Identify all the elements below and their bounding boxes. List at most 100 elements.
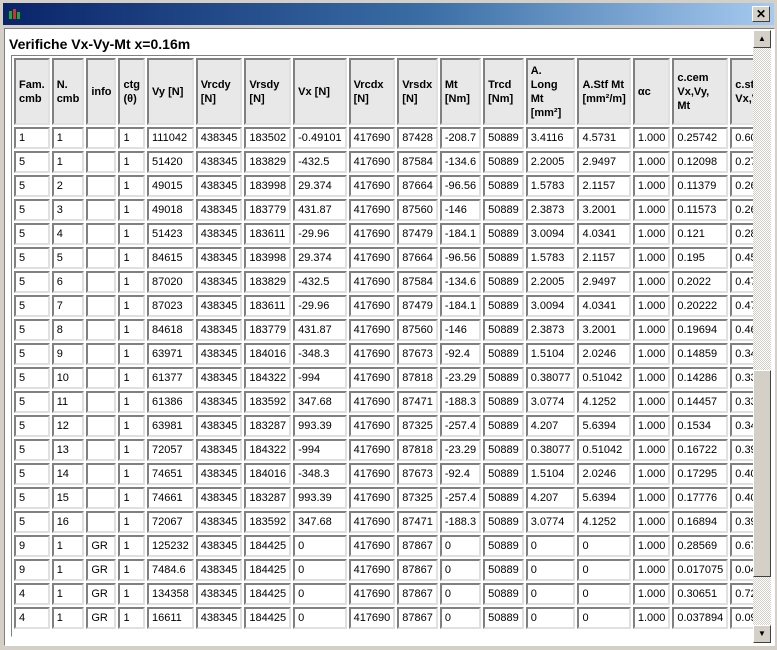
table-row[interactable]: 5 6 1 87020 438345 183829 -432.5 417690 87584 -13… — [14, 271, 754, 293]
table-cell: 4 — [14, 583, 50, 605]
table-cell: 184016 — [244, 463, 292, 485]
column-header[interactable]: Vrsdy [N] — [244, 58, 292, 125]
table-cell: 1.5783 — [525, 175, 576, 197]
column-header[interactable]: info — [86, 58, 117, 125]
table-cell: 1.000 — [632, 271, 671, 293]
table-cell: 50889 — [483, 271, 524, 293]
table-cell: 50889 — [483, 535, 524, 557]
table-row[interactable]: 5 5 1 84615 438345 183998 29.374 417690 87664 -96… — [14, 247, 754, 269]
table-cell: 417690 — [348, 247, 396, 269]
column-header[interactable]: Vrcdx [N] — [348, 58, 396, 125]
table-row[interactable]: 4 1 GR 1 134358 438345 184425 0 417690 87867 0 5088… — [14, 583, 754, 605]
table-row[interactable]: 5 9 1 63971 438345 184016 -348.3 417690 87673 -92… — [14, 343, 754, 365]
table-cell: 0.60513 — [730, 127, 754, 149]
table-row[interactable]: 5 15 1 74661 438345 183287 993.39 417690 87325 -2… — [14, 487, 754, 509]
table-row[interactable]: 5 2 1 49015 438345 183998 29.374 417690 87664 -96… — [14, 175, 754, 197]
table-row[interactable]: 5 8 1 84618 438345 183779 431.87 417690 87560 -14… — [14, 319, 754, 341]
table-cell: 1 — [118, 295, 145, 317]
table-cell: 2 — [51, 175, 85, 197]
results-table-container: Fam. cmb N. cmb info ctg (θ) Vy [N] Vrcdy [N]… — [11, 55, 755, 637]
table-row[interactable]: 5 16 1 72067 438345 183592 347.68 417690 87471 -1… — [14, 511, 754, 533]
table-cell: 87471 — [397, 391, 438, 413]
column-header[interactable]: Trcd [Nm] — [483, 58, 524, 125]
table-cell: 1 — [118, 511, 145, 533]
column-header[interactable]: A. Long Mt [mm²] — [525, 58, 576, 125]
table-cell: 438345 — [195, 295, 243, 317]
column-header[interactable]: αc — [632, 58, 671, 125]
table-cell: 0.25742 — [672, 127, 729, 149]
column-header[interactable]: ctg (θ) — [118, 58, 145, 125]
table-cell: 3.0094 — [525, 223, 576, 245]
table-cell: 1 — [118, 223, 145, 245]
table-cell: 1.000 — [632, 295, 671, 317]
table-cell: 0.51042 — [577, 367, 631, 389]
table-row[interactable]: 5 11 1 61386 438345 183592 347.68 417690 87471 -1… — [14, 391, 754, 413]
table-row[interactable]: 5 1 1 51420 438345 183829 -432.5 417690 87584 -13… — [14, 151, 754, 173]
table-cell: 1.5104 — [525, 463, 576, 485]
table-cell: 438345 — [195, 319, 243, 341]
table-row[interactable]: 5 12 1 63981 438345 183287 993.39 417690 87325 -2… — [14, 415, 754, 437]
table-cell: 2.9497 — [577, 271, 631, 293]
table-row[interactable]: 5 4 1 51423 438345 183611 -29.96 417690 87479 -18… — [14, 223, 754, 245]
table-row[interactable]: 9 1 GR 1 7484.6 438345 184425 0 417690 87867 0 5088… — [14, 559, 754, 581]
table-cell: 438345 — [195, 439, 243, 461]
table-cell: 438345 — [195, 175, 243, 197]
table-cell: 431.87 — [293, 319, 347, 341]
table-row[interactable]: 4 1 GR 1 16611 438345 184425 0 417690 87867 0 50889… — [14, 607, 754, 629]
table-cell: 1 — [118, 199, 145, 221]
table-cell: 72067 — [146, 511, 194, 533]
close-button[interactable]: ✕ — [752, 6, 770, 22]
column-header[interactable]: Mt [Nm] — [439, 58, 482, 125]
table-cell: 183611 — [244, 223, 292, 245]
column-header[interactable]: N. cmb — [51, 58, 85, 125]
column-header[interactable]: A.Stf Mt [mm²/m] — [577, 58, 631, 125]
table-cell: 2.3873 — [525, 319, 576, 341]
table-cell: 1 — [118, 559, 145, 581]
table-cell: 1.000 — [632, 487, 671, 509]
table-cell: 438345 — [195, 415, 243, 437]
table-cell: 0 — [293, 607, 347, 629]
column-header[interactable]: Vy [N] — [146, 58, 194, 125]
table-cell: 1.000 — [632, 583, 671, 605]
table-cell: 0.20222 — [672, 295, 729, 317]
scrollbar-thumb[interactable] — [753, 370, 771, 577]
column-header[interactable]: Vx [N] — [293, 58, 347, 125]
table-cell: 417690 — [348, 511, 396, 533]
table-cell: 87818 — [397, 439, 438, 461]
scroll-down-button[interactable]: ▼ — [753, 625, 771, 643]
table-row[interactable]: 5 13 1 72057 438345 184322 -994 417690 87818 -23.… — [14, 439, 754, 461]
table-cell: 0.26639 — [730, 175, 754, 197]
table-cell: 13 — [51, 439, 85, 461]
column-header[interactable]: c.cem Vx,Vy, Mt — [672, 58, 729, 125]
table-row[interactable]: 5 14 1 74651 438345 184016 -348.3 417690 87673 -9… — [14, 463, 754, 485]
table-cell: 0.39109 — [730, 439, 754, 461]
table-cell: 184322 — [244, 439, 292, 461]
table-row[interactable]: 1 1 1 111042 438345 183502 -0.49101 417690 87428… — [14, 127, 754, 149]
table-cell: -184.1 — [439, 295, 482, 317]
table-row[interactable]: 9 1 GR 1 125232 438345 184425 0 417690 87867 0 5088… — [14, 535, 754, 557]
table-row[interactable]: 5 3 1 49018 438345 183779 431.87 417690 87560 -14… — [14, 199, 754, 221]
vertical-scrollbar[interactable]: ▲ ▼ — [753, 30, 771, 643]
page-title: Verifiche Vx-Vy-Mt x=0.16m — [9, 36, 191, 52]
column-header[interactable]: Fam. cmb — [14, 58, 50, 125]
table-cell: 417690 — [348, 415, 396, 437]
scroll-up-button[interactable]: ▲ — [753, 30, 771, 48]
table-cell: 183829 — [244, 151, 292, 173]
table-cell: 184322 — [244, 367, 292, 389]
table-cell: 50889 — [483, 415, 524, 437]
table-cell: 0.16894 — [672, 511, 729, 533]
table-cell: 417690 — [348, 391, 396, 413]
table-cell: 0.33318 — [730, 367, 754, 389]
table-cell: 1.000 — [632, 199, 671, 221]
table-row[interactable]: 5 10 1 61377 438345 184322 -994 417690 87818 -23.… — [14, 367, 754, 389]
table-cell: 1 — [118, 439, 145, 461]
column-header[interactable]: c.steel Vx,Vy — [730, 58, 754, 125]
table-cell: -188.3 — [439, 391, 482, 413]
table-cell: 1.000 — [632, 223, 671, 245]
table-cell: 5 — [14, 511, 50, 533]
table-cell: 4.0341 — [577, 295, 631, 317]
table-row[interactable]: 5 7 1 87023 438345 183611 -29.96 417690 87479 -18… — [14, 295, 754, 317]
column-header[interactable]: Vrsdx [N] — [397, 58, 438, 125]
column-header[interactable]: Vrcdy [N] — [195, 58, 243, 125]
table-cell: 417690 — [348, 295, 396, 317]
